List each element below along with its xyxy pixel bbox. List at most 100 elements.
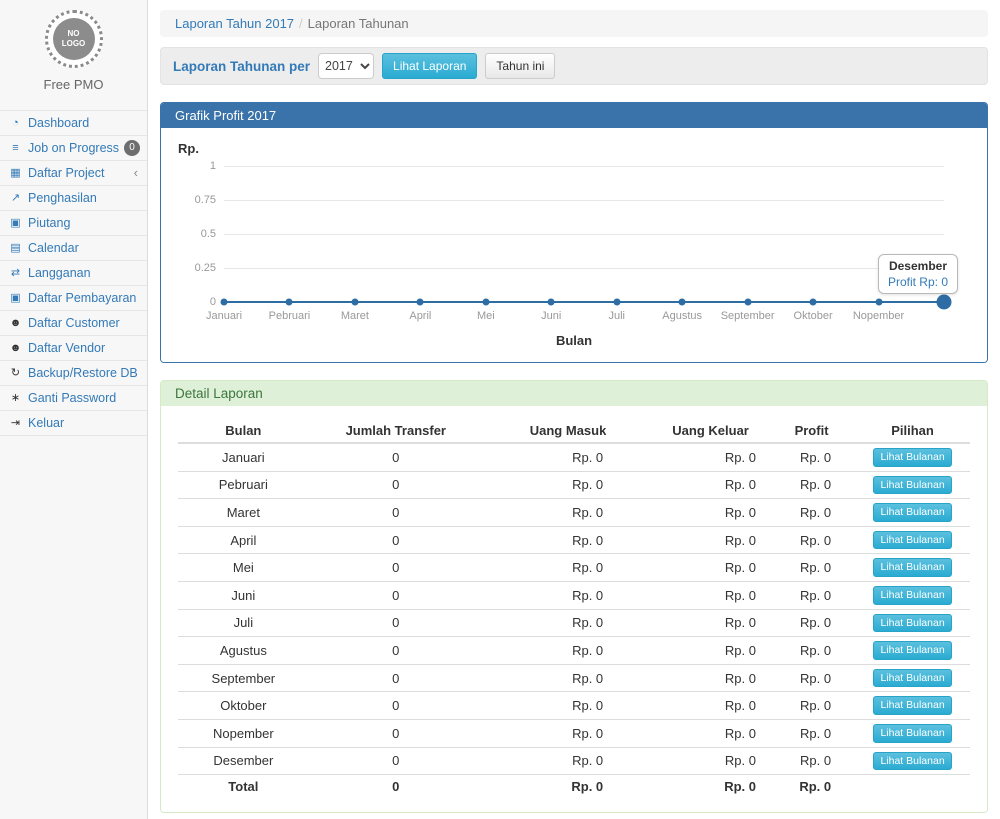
count-badge: 0 bbox=[124, 140, 140, 156]
cell-uang-keluar: Rp. 0 bbox=[653, 471, 768, 499]
view-report-button[interactable]: Lihat Laporan bbox=[382, 53, 477, 79]
cell-uang-masuk: Rp. 0 bbox=[483, 609, 653, 637]
column-header-bulan: Bulan bbox=[178, 419, 309, 443]
calendar-icon: ▤ bbox=[7, 240, 24, 256]
x-tick-label: Pebruari bbox=[269, 310, 311, 322]
cell-profit: Rp. 0 bbox=[768, 775, 855, 799]
gridline: 0.75 bbox=[224, 200, 944, 201]
table-row: Mei0Rp. 0Rp. 0Rp. 0Lihat Bulanan bbox=[178, 554, 970, 582]
this-year-button[interactable]: Tahun ini bbox=[485, 53, 555, 79]
cell-bulan: Mei bbox=[178, 554, 309, 582]
sidebar-item-daftar-pembayaran[interactable]: ▣Daftar Pembayaran bbox=[0, 286, 147, 311]
x-tick-label: Maret bbox=[341, 310, 369, 322]
sidebar-item-daftar-customer[interactable]: ☻Daftar Customer bbox=[0, 311, 147, 336]
sidebar-item-ganti-password[interactable]: ∗Ganti Password bbox=[0, 386, 147, 411]
chart-point-juli[interactable] bbox=[613, 299, 620, 306]
x-tick-label: Mei bbox=[477, 310, 495, 322]
table-row: Maret0Rp. 0Rp. 0Rp. 0Lihat Bulanan bbox=[178, 499, 970, 527]
sidebar-item-daftar-project[interactable]: ▦Daftar Project‹ bbox=[0, 161, 147, 186]
cell-uang-masuk: Rp. 0 bbox=[483, 443, 653, 471]
chart-point-mei[interactable] bbox=[482, 299, 489, 306]
chart-point-oktober[interactable] bbox=[810, 299, 817, 306]
cell-pilihan: Lihat Bulanan bbox=[855, 609, 970, 637]
cell-profit: Rp. 0 bbox=[768, 499, 855, 527]
lihat-bulanan-button-oktober[interactable]: Lihat Bulanan bbox=[873, 696, 951, 715]
column-header-uang-masuk: Uang Masuk bbox=[483, 419, 653, 443]
breadcrumb-link-laporan-tahun[interactable]: Laporan Tahun 2017 bbox=[175, 16, 294, 31]
cell-profit: Rp. 0 bbox=[768, 692, 855, 720]
breadcrumb-current: Laporan Tahunan bbox=[308, 16, 409, 31]
x-tick-label: Juli bbox=[608, 310, 625, 322]
profit-line bbox=[224, 301, 944, 303]
cell-profit: Rp. 0 bbox=[768, 719, 855, 747]
column-header-profit: Profit bbox=[768, 419, 855, 443]
lihat-bulanan-button-pebruari[interactable]: Lihat Bulanan bbox=[873, 476, 951, 495]
sidebar-item-piutang[interactable]: ▣Piutang bbox=[0, 211, 147, 236]
table-icon: ▦ bbox=[7, 165, 24, 181]
chart-point-desember[interactable] bbox=[937, 295, 952, 310]
cell-uang-keluar: Rp. 0 bbox=[653, 775, 768, 799]
logo-block: NO LOGO Free PMO bbox=[0, 0, 147, 100]
lihat-bulanan-button-januari[interactable]: Lihat Bulanan bbox=[873, 448, 951, 467]
lihat-bulanan-button-maret[interactable]: Lihat Bulanan bbox=[873, 503, 951, 522]
sidebar-item-dashboard[interactable]: ◔Dashboard bbox=[0, 111, 147, 136]
y-tick-label: 0.25 bbox=[178, 262, 216, 274]
cell-uang-masuk: Rp. 0 bbox=[483, 637, 653, 665]
cell-uang-masuk: Rp. 0 bbox=[483, 747, 653, 775]
report-table: BulanJumlah TransferUang MasukUang Kelua… bbox=[178, 419, 970, 798]
sidebar-item-keluar[interactable]: ⇥Keluar bbox=[0, 411, 147, 436]
cell-pilihan bbox=[855, 775, 970, 799]
x-tick-label: Nopember bbox=[853, 310, 904, 322]
lihat-bulanan-button-nopember[interactable]: Lihat Bulanan bbox=[873, 724, 951, 743]
sidebar-item-label: Piutang bbox=[28, 215, 140, 231]
lihat-bulanan-button-mei[interactable]: Lihat Bulanan bbox=[873, 558, 951, 577]
lihat-bulanan-button-september[interactable]: Lihat Bulanan bbox=[873, 669, 951, 688]
x-tick-label: Agustus bbox=[662, 310, 702, 322]
chart-point-nopember[interactable] bbox=[875, 299, 882, 306]
cell-uang-keluar: Rp. 0 bbox=[653, 526, 768, 554]
users-icon: ☻ bbox=[7, 340, 24, 356]
chart-point-september[interactable] bbox=[744, 299, 751, 306]
table-row: September0Rp. 0Rp. 0Rp. 0Lihat Bulanan bbox=[178, 664, 970, 692]
table-row: April0Rp. 0Rp. 0Rp. 0Lihat Bulanan bbox=[178, 526, 970, 554]
lihat-bulanan-button-desember[interactable]: Lihat Bulanan bbox=[873, 752, 951, 771]
cell-uang-keluar: Rp. 0 bbox=[653, 554, 768, 582]
cell-uang-masuk: Rp. 0 bbox=[483, 692, 653, 720]
lihat-bulanan-button-agustus[interactable]: Lihat Bulanan bbox=[873, 641, 951, 660]
table-row: Desember0Rp. 0Rp. 0Rp. 0Lihat Bulanan bbox=[178, 747, 970, 775]
sidebar-item-backup-restore-db[interactable]: ↻Backup/Restore DB bbox=[0, 361, 147, 386]
sidebar-item-penghasilan[interactable]: ↗Penghasilan bbox=[0, 186, 147, 211]
sidebar-item-job-on-progress[interactable]: ≡Job on Progress0 bbox=[0, 136, 147, 161]
lihat-bulanan-button-april[interactable]: Lihat Bulanan bbox=[873, 531, 951, 550]
sidebar-item-label: Dashboard bbox=[28, 115, 140, 131]
cell-jumlah-transfer: 0 bbox=[309, 637, 483, 665]
column-header-pilihan: Pilihan bbox=[855, 419, 970, 443]
cell-bulan: Maret bbox=[178, 499, 309, 527]
sidebar-item-daftar-vendor[interactable]: ☻Daftar Vendor bbox=[0, 336, 147, 361]
chart-point-pebruari[interactable] bbox=[286, 299, 293, 306]
chart-point-januari[interactable] bbox=[221, 299, 228, 306]
chart-point-maret[interactable] bbox=[351, 299, 358, 306]
x-tick-label: September bbox=[721, 310, 775, 322]
cell-uang-keluar: Rp. 0 bbox=[653, 747, 768, 775]
cell-bulan: Agustus bbox=[178, 637, 309, 665]
chart-point-april[interactable] bbox=[417, 299, 424, 306]
sidebar-item-langganan[interactable]: ⇄Langganan bbox=[0, 261, 147, 286]
cell-bulan: April bbox=[178, 526, 309, 554]
chart-point-agustus[interactable] bbox=[679, 299, 686, 306]
chart-x-tick-labels: JanuariPebruariMaretAprilMeiJuniJuliAgus… bbox=[224, 310, 944, 324]
y-tick-label: 0.5 bbox=[178, 228, 216, 240]
year-select[interactable]: 2017 bbox=[318, 53, 374, 79]
cell-pilihan: Lihat Bulanan bbox=[855, 471, 970, 499]
users-icon: ☻ bbox=[7, 315, 24, 331]
lihat-bulanan-button-juli[interactable]: Lihat Bulanan bbox=[873, 614, 951, 633]
cell-jumlah-transfer: 0 bbox=[309, 554, 483, 582]
cell-jumlah-transfer: 0 bbox=[309, 499, 483, 527]
lihat-bulanan-button-juni[interactable]: Lihat Bulanan bbox=[873, 586, 951, 605]
x-tick-label: Januari bbox=[206, 310, 242, 322]
cell-uang-masuk: Rp. 0 bbox=[483, 499, 653, 527]
sidebar-item-calendar[interactable]: ▤Calendar bbox=[0, 236, 147, 261]
table-row: Nopember0Rp. 0Rp. 0Rp. 0Lihat Bulanan bbox=[178, 719, 970, 747]
chart-point-juni[interactable] bbox=[548, 299, 555, 306]
y-tick-label: 0 bbox=[178, 296, 216, 308]
